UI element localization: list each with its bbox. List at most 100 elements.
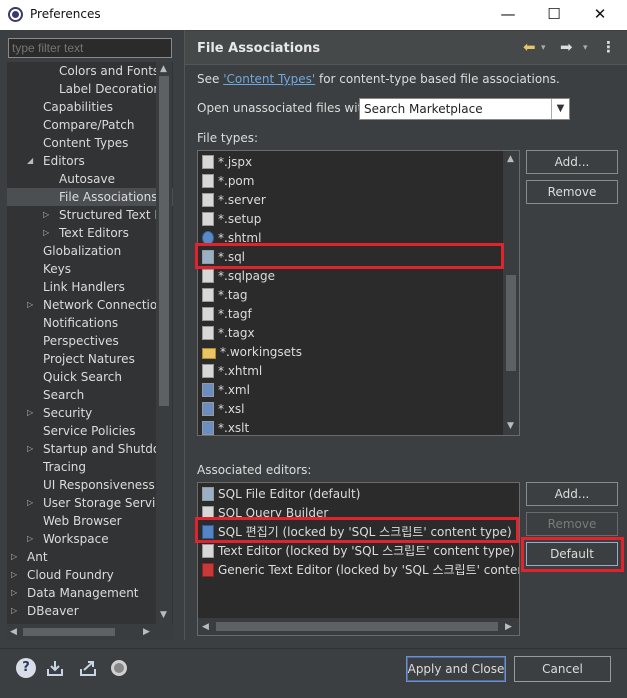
file-type-item[interactable]: *.xml (202, 381, 250, 400)
collapsed-arrow-icon[interactable]: ▷ (11, 602, 17, 620)
collapsed-arrow-icon[interactable]: ▷ (27, 440, 33, 458)
back-menu-chevron-icon[interactable]: ▾ (541, 43, 546, 53)
tree-item[interactable]: Web Browser (7, 512, 173, 530)
tree-item[interactable]: Link Handlers (7, 278, 173, 296)
tree-hscroll-thumb[interactable] (23, 628, 115, 636)
content-types-link[interactable]: 'Content Types' (223, 72, 315, 86)
file-type-remove-button[interactable]: Remove (526, 180, 618, 204)
minimize-button[interactable]: — (485, 0, 531, 30)
tree-item[interactable]: ◢ Editors (7, 152, 173, 170)
file-type-item[interactable]: *.workingsets (202, 343, 302, 362)
tree-item[interactable]: Label Decorations (7, 80, 173, 98)
tree-item[interactable]: Tracing (7, 458, 173, 476)
preferences-tree[interactable]: Colors and Fonts Label Decorations Capabil… (7, 62, 173, 640)
close-button[interactable]: ✕ (577, 0, 623, 30)
export-icon[interactable] (78, 658, 98, 678)
apply-and-close-button[interactable]: Apply and Close (406, 656, 506, 682)
tree-item[interactable]: UI Responsiveness M (7, 476, 173, 494)
tree-item[interactable]: Colors and Fonts (7, 62, 173, 80)
file-type-item[interactable]: *.setup (202, 210, 261, 229)
tree-item[interactable]: Perspectives (7, 332, 173, 350)
collapsed-arrow-icon[interactable]: ▷ (11, 548, 17, 566)
editor-default-button[interactable]: Default (526, 542, 618, 566)
scroll-left-icon[interactable]: ◀ (202, 622, 209, 632)
forward-menu-chevron-icon[interactable]: ▾ (583, 43, 588, 53)
tree-item[interactable]: Notifications (7, 314, 173, 332)
file-types-scroll-thumb[interactable] (506, 275, 516, 371)
tree-item[interactable]: Capabilities (7, 98, 173, 116)
chevron-down-icon[interactable]: ▼ (551, 99, 569, 119)
tree-item[interactable]: Project Natures (7, 350, 173, 368)
editor-add-button[interactable]: Add... (526, 482, 618, 506)
import-icon[interactable] (45, 658, 65, 678)
file-type-item[interactable]: *.sqlpage (202, 267, 275, 286)
tree-item[interactable]: ▷ User Storage Service (7, 494, 173, 512)
scroll-down-icon[interactable]: ▼ (160, 610, 167, 620)
tree-item[interactable]: ▷ Workspace (7, 530, 173, 548)
expanded-arrow-icon[interactable]: ◢ (27, 152, 33, 170)
editor-item[interactable]: Text Editor (locked by 'SQL 스크립트' conten… (202, 542, 515, 561)
view-menu-icon[interactable]: ⋮ (601, 38, 616, 56)
file-type-item[interactable]: *.tag (202, 286, 248, 305)
tree-item[interactable]: Globalization (7, 242, 173, 260)
tree-item[interactable]: ▷ Cloud Foundry (7, 566, 173, 584)
scroll-up-icon[interactable]: ▲ (507, 154, 514, 164)
collapsed-arrow-icon[interactable]: ▷ (27, 530, 33, 548)
collapsed-arrow-icon[interactable]: ▷ (27, 494, 33, 512)
tree-item[interactable]: Compare/Patch (7, 116, 173, 134)
tree-item[interactable]: ▷ Structured Text Ed (7, 206, 173, 224)
file-type-item[interactable]: *.xsl (202, 400, 245, 419)
maximize-button[interactable]: ☐ (531, 0, 577, 30)
tree-horizontal-scrollbar[interactable]: ◀ ▶ (7, 624, 173, 640)
filter-input[interactable] (8, 38, 172, 58)
scroll-left-icon[interactable]: ◀ (10, 627, 17, 637)
panel-divider[interactable] (184, 30, 185, 640)
help-icon[interactable]: ? (16, 658, 36, 678)
file-types-list[interactable]: *.jspx *.pom *.server *.setup *.shtml *.sql *.… (197, 150, 520, 436)
tree-vertical-scrollbar[interactable]: ▲ ▼ (156, 62, 172, 624)
editor-item[interactable]: SQL 편집기 (locked by 'SQL 스크립트' content ty… (202, 523, 512, 542)
file-type-item[interactable]: *.tagf (202, 305, 252, 324)
collapsed-arrow-icon[interactable]: ▷ (11, 584, 17, 602)
tree-scroll-thumb[interactable] (159, 76, 169, 406)
cancel-button[interactable]: Cancel (514, 656, 611, 682)
tree-item[interactable]: Keys (7, 260, 173, 278)
scroll-down-icon[interactable]: ▼ (507, 421, 514, 431)
file-type-item[interactable]: *.shtml (202, 229, 261, 248)
editor-item[interactable]: SQL Query Builder (202, 504, 328, 523)
tree-item[interactable]: Quick Search (7, 368, 173, 386)
file-type-item[interactable]: *.server (202, 191, 266, 210)
tree-item[interactable]: ▷ Ant (7, 548, 173, 566)
scroll-right-icon[interactable]: ▶ (143, 627, 150, 637)
tree-item[interactable]: Content Types (7, 134, 173, 152)
collapsed-arrow-icon[interactable]: ▷ (43, 206, 49, 224)
tree-item[interactable]: ▷ DBeaver (7, 602, 173, 620)
editor-item[interactable]: SQL File Editor (default) (202, 485, 360, 504)
forward-arrow-icon[interactable]: ➡ (560, 38, 573, 56)
tree-item[interactable]: ▷ Data Management (7, 584, 173, 602)
tree-item[interactable]: Autosave (7, 170, 173, 188)
oomph-icon[interactable] (109, 658, 129, 678)
tree-item[interactable]: ▷ Network Connection (7, 296, 173, 314)
associated-editors-list[interactable]: SQL File Editor (default) SQL Query Build… (197, 482, 520, 636)
editor-remove-button[interactable]: Remove (526, 512, 618, 536)
collapsed-arrow-icon[interactable]: ▷ (11, 566, 17, 584)
file-type-item[interactable]: *.tagx (202, 324, 255, 343)
editors-hscroll-thumb[interactable] (216, 622, 498, 631)
tree-item[interactable]: ▷ Security (7, 404, 173, 422)
tree-item[interactable]: File Associations (7, 188, 173, 206)
file-type-item[interactable]: *.jspx (202, 153, 252, 172)
editor-item[interactable]: Generic Text Editor (locked by 'SQL 스크립트… (202, 561, 519, 580)
tree-item[interactable]: ▷ Text Editors (7, 224, 173, 242)
editors-horizontal-scrollbar[interactable]: ◀ ▶ (198, 618, 519, 635)
file-type-item[interactable]: *.sql (202, 248, 245, 267)
file-type-item[interactable]: *.pom (202, 172, 254, 191)
collapsed-arrow-icon[interactable]: ▷ (27, 404, 33, 422)
tree-item[interactable]: Service Policies (7, 422, 173, 440)
tree-item[interactable]: Search (7, 386, 173, 404)
open-unassociated-select[interactable]: Search Marketplace ▼ (359, 98, 570, 120)
collapsed-arrow-icon[interactable]: ▷ (27, 296, 33, 314)
tree-item[interactable]: ▷ Startup and Shutdow (7, 440, 173, 458)
file-type-add-button[interactable]: Add... (526, 150, 618, 174)
back-arrow-icon[interactable]: ⬅ (523, 38, 536, 56)
